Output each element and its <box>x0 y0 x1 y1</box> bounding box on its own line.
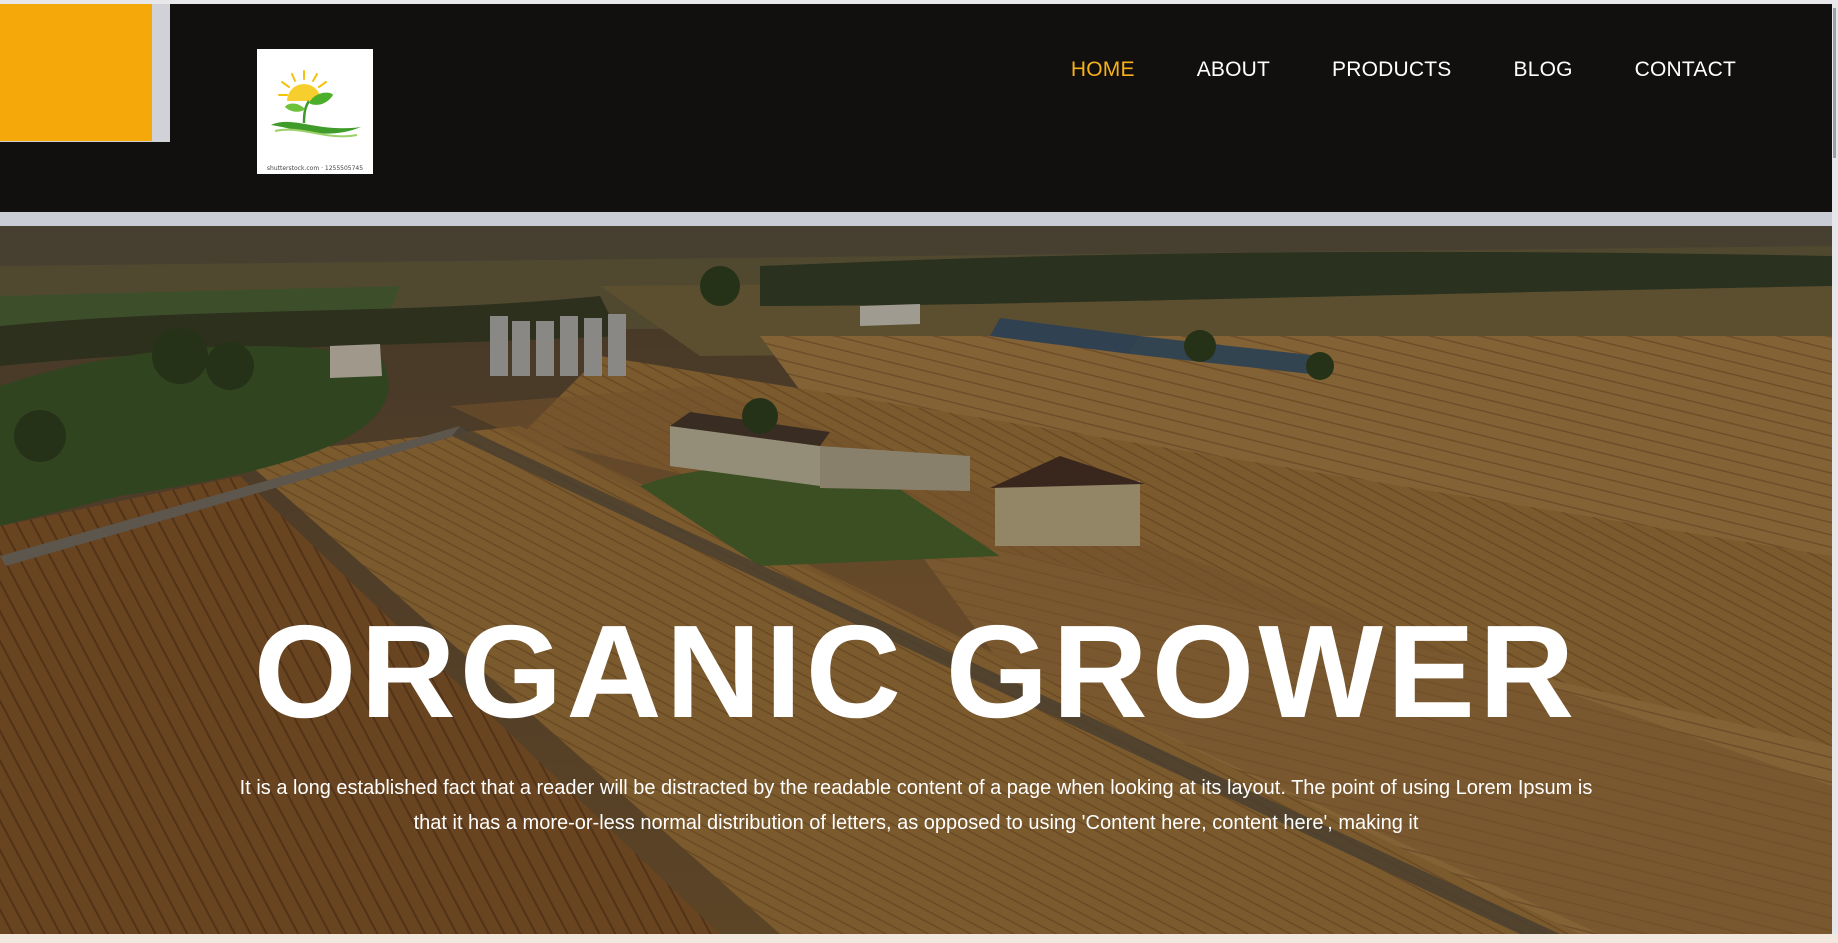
main-nav: HOME ABOUT PRODUCTS BLOG CONTACT <box>1071 58 1736 82</box>
hero-section: ORGANIC GROWER It is a long established … <box>0 226 1832 934</box>
site-logo[interactable]: shutterstock.com · 1255505745 <box>257 49 373 174</box>
sun-sprout-icon <box>271 70 361 138</box>
scrollbar-thumb[interactable] <box>1833 8 1836 158</box>
hero-title: ORGANIC GROWER <box>253 598 1579 745</box>
nav-item-home[interactable]: HOME <box>1071 58 1135 82</box>
nav-item-about[interactable]: ABOUT <box>1197 58 1270 82</box>
nav-item-products[interactable]: PRODUCTS <box>1332 58 1451 82</box>
logo-caption: shutterstock.com · 1255505745 <box>266 165 364 172</box>
accent-block <box>0 4 152 141</box>
header-divider <box>0 212 1832 226</box>
bottom-strip <box>0 934 1838 943</box>
nav-item-blog[interactable]: BLOG <box>1514 58 1573 82</box>
hero-description: It is a long established fact that a rea… <box>239 777 1593 834</box>
nav-item-contact[interactable]: CONTACT <box>1635 58 1736 82</box>
